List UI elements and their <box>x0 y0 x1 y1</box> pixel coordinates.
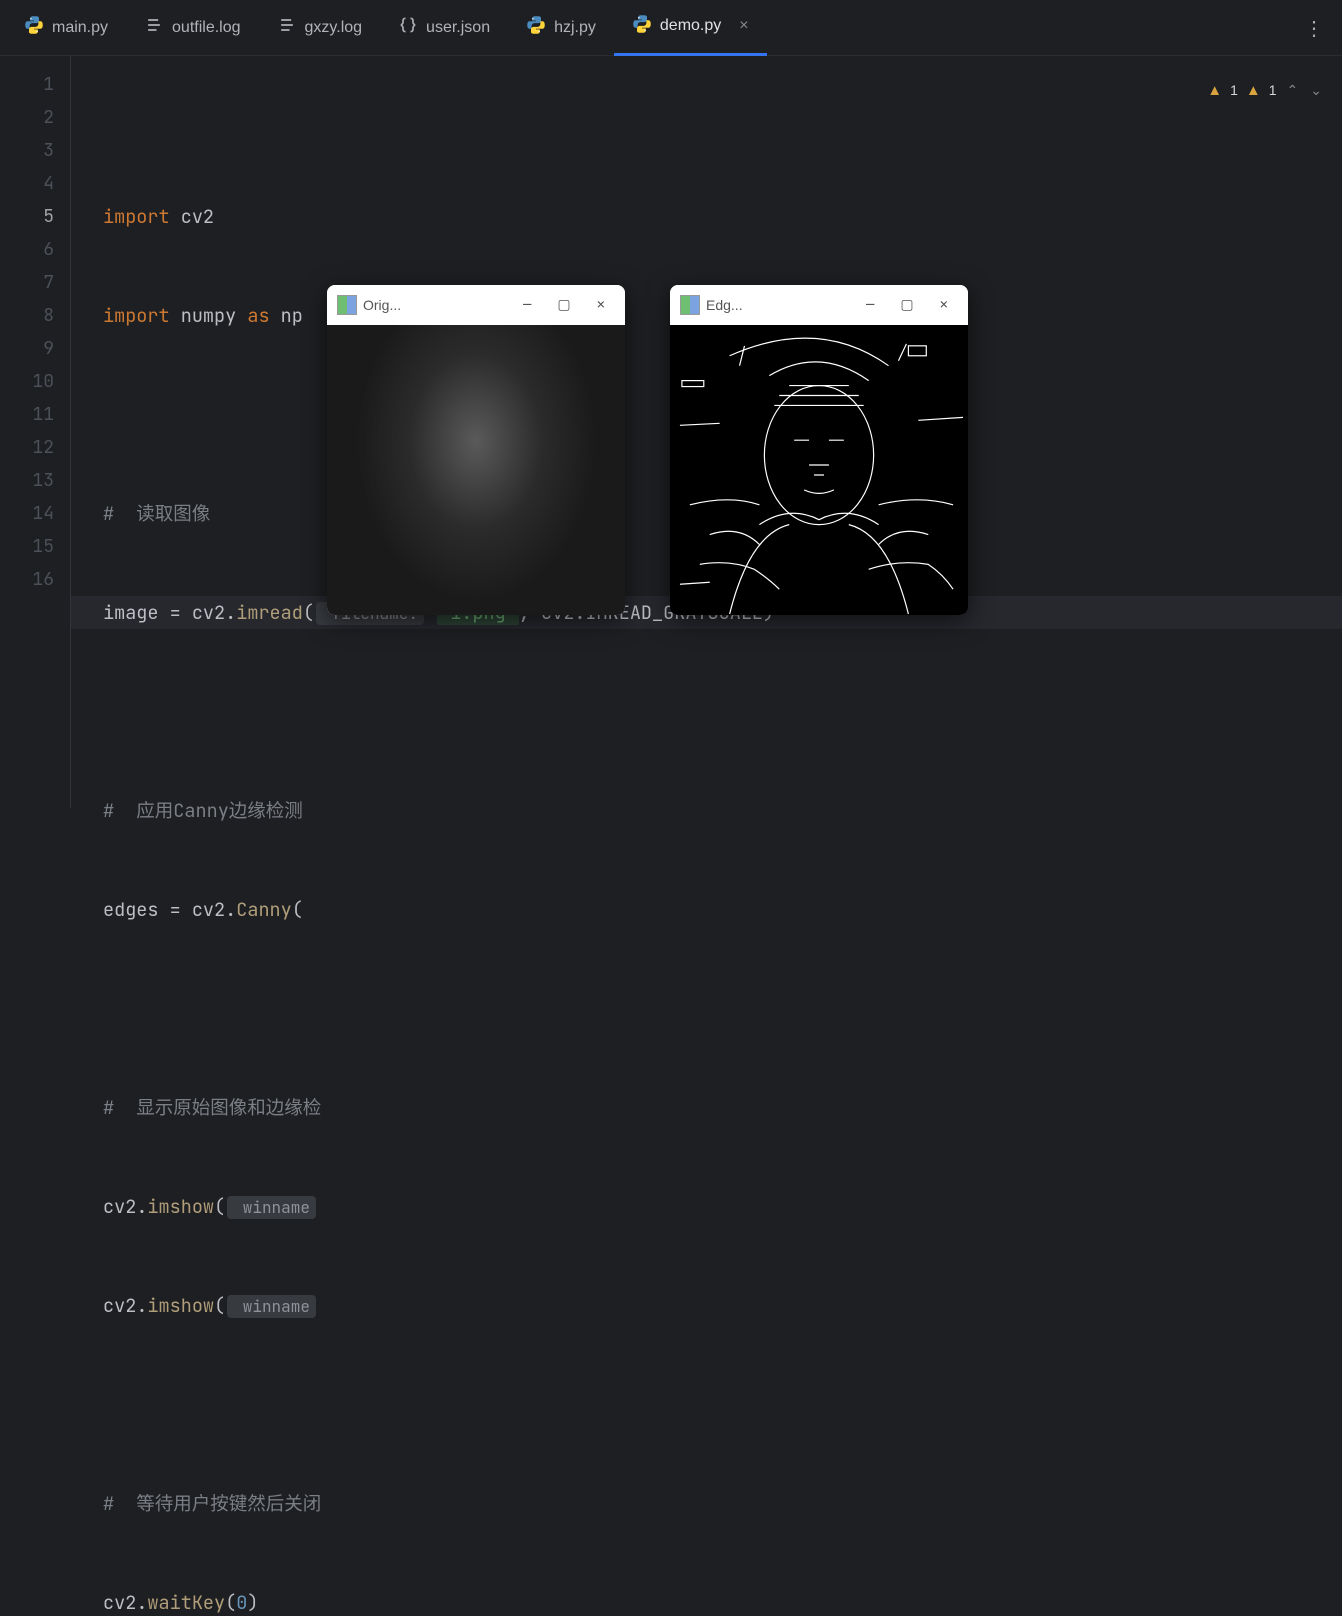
line-number: 5 <box>0 200 54 233</box>
line-gutter: 1 2 3 4 5 6 7 8 9 10 11 12 13 14 15 16 <box>0 56 70 808</box>
opencv-window-edges[interactable]: Edg... — ▢ ✕ <box>670 285 968 615</box>
tab-outfile-log[interactable]: outfile.log <box>126 0 259 56</box>
warning-icon: ▲ <box>1207 74 1222 107</box>
text-file-icon <box>144 15 164 40</box>
python-icon <box>632 14 652 39</box>
line-number: 2 <box>0 101 54 134</box>
line-number: 8 <box>0 299 54 332</box>
tabs-overflow-button[interactable]: ⋮ <box>1286 0 1342 56</box>
line-number: 13 <box>0 464 54 497</box>
line-number: 12 <box>0 431 54 464</box>
line-number: 4 <box>0 167 54 200</box>
line-number: 11 <box>0 398 54 431</box>
json-icon <box>398 15 418 40</box>
tab-label: hzj.py <box>554 19 596 37</box>
code-line[interactable] <box>83 1388 1342 1421</box>
text-file-icon <box>277 15 297 40</box>
image-content-grayscale <box>327 325 625 615</box>
warning-count: 1 <box>1230 74 1238 107</box>
tab-label: main.py <box>52 19 108 37</box>
line-number: 14 <box>0 497 54 530</box>
line-number: 1 <box>0 68 54 101</box>
tab-user-json[interactable]: user.json <box>380 0 508 56</box>
opencv-icon <box>680 295 700 315</box>
chevron-up-icon[interactable]: ⌃ <box>1287 74 1299 107</box>
opencv-icon <box>337 295 357 315</box>
close-button[interactable]: ✕ <box>587 296 615 314</box>
code-line[interactable] <box>83 695 1342 728</box>
minimize-button[interactable]: — <box>856 296 884 314</box>
code-line[interactable]: import cv2 <box>83 200 1342 233</box>
chevron-down-icon[interactable]: ⌄ <box>1310 74 1322 107</box>
code-line[interactable] <box>83 992 1342 1025</box>
code-line[interactable]: # 等待用户按键然后关闭 <box>83 1487 1342 1520</box>
line-number: 16 <box>0 563 54 596</box>
close-icon[interactable]: × <box>739 17 748 35</box>
image-content-edges <box>670 325 968 615</box>
tab-label: gxzy.log <box>305 19 363 37</box>
line-number: 3 <box>0 134 54 167</box>
line-number: 6 <box>0 233 54 266</box>
python-icon <box>24 15 44 40</box>
tab-label: outfile.log <box>172 19 241 37</box>
close-button[interactable]: ✕ <box>930 296 958 314</box>
window-title: Orig... <box>363 297 401 313</box>
tab-main-py[interactable]: main.py <box>6 0 126 56</box>
python-icon <box>526 15 546 40</box>
code-line[interactable]: edges = cv2.Canny( <box>83 893 1342 926</box>
tab-label: user.json <box>426 19 490 37</box>
maximize-button[interactable]: ▢ <box>890 296 923 314</box>
tab-bar: main.py outfile.log gxzy.log user.json h… <box>0 0 1342 56</box>
tab-label: demo.py <box>660 17 721 35</box>
window-title: Edg... <box>706 297 743 313</box>
tab-gxzy-log[interactable]: gxzy.log <box>259 0 381 56</box>
maximize-button[interactable]: ▢ <box>547 296 580 314</box>
code-line[interactable]: cv2.imshow( winname <box>83 1289 1342 1322</box>
warning-count: 1 <box>1269 74 1277 107</box>
code-line[interactable]: cv2.waitKey(0) <box>83 1586 1342 1616</box>
window-titlebar[interactable]: Orig... — ▢ ✕ <box>327 285 625 325</box>
minimize-button[interactable]: — <box>513 296 541 314</box>
line-number: 9 <box>0 332 54 365</box>
warning-icon: ▲ <box>1246 74 1261 107</box>
opencv-window-original[interactable]: Orig... — ▢ ✕ <box>327 285 625 615</box>
line-number: 10 <box>0 365 54 398</box>
window-titlebar[interactable]: Edg... — ▢ ✕ <box>670 285 968 325</box>
line-number: 15 <box>0 530 54 563</box>
tab-hzj-py[interactable]: hzj.py <box>508 0 614 56</box>
line-number: 7 <box>0 266 54 299</box>
code-line[interactable]: cv2.imshow( winname <box>83 1190 1342 1223</box>
code-line[interactable]: # 显示原始图像和边缘检 <box>83 1091 1342 1124</box>
tab-demo-py[interactable]: demo.py × <box>614 0 767 56</box>
code-line[interactable]: # 应用Canny边缘检测 <box>83 794 1342 827</box>
inspection-strip[interactable]: ▲1 ▲1 ⌃ ⌄ <box>1207 74 1324 107</box>
